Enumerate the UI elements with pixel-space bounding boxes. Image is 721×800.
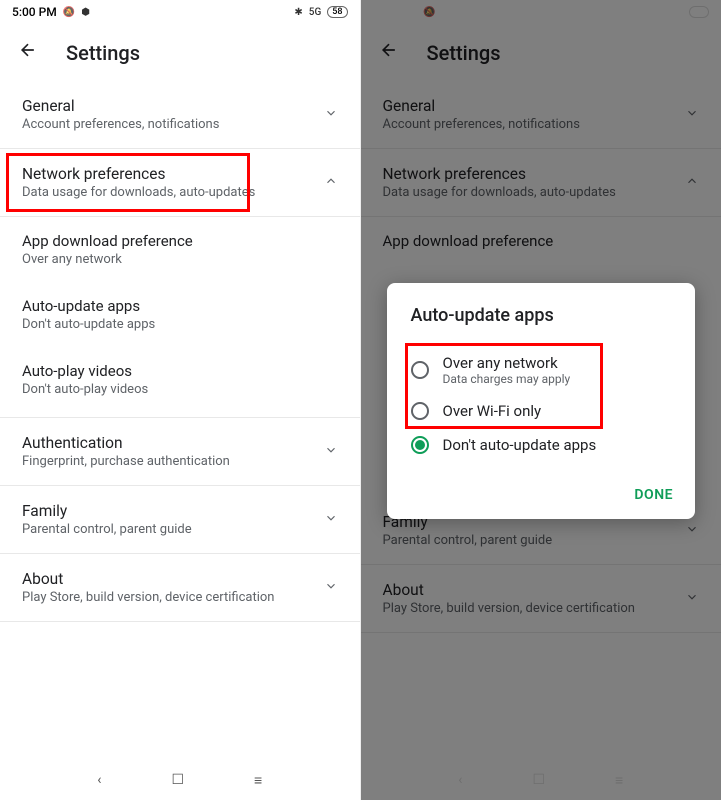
section-title: General bbox=[383, 97, 676, 115]
chevron-up-icon bbox=[675, 174, 699, 192]
chevron-down-icon bbox=[675, 522, 699, 540]
sync-icon: ⬢ bbox=[442, 7, 451, 18]
section-general: General Account preferences, notificatio… bbox=[361, 81, 721, 149]
item-app-download-preference: App download preference bbox=[361, 217, 721, 267]
chevron-down-icon bbox=[675, 590, 699, 608]
section-about: About Play Store, build version, device … bbox=[361, 565, 721, 633]
section-title: About bbox=[383, 581, 676, 599]
chevron-up-icon bbox=[314, 174, 338, 192]
chevron-down-icon bbox=[314, 511, 338, 529]
section-subtitle: Data usage for downloads, auto-updates bbox=[22, 185, 314, 200]
chevron-down-icon bbox=[314, 106, 338, 124]
section-title: General bbox=[22, 97, 314, 115]
radio-over-wifi-only[interactable]: Over Wi-Fi only bbox=[411, 394, 688, 428]
done-button[interactable]: DONE bbox=[634, 487, 673, 503]
radio-icon bbox=[411, 402, 429, 420]
sync-icon: ⬢ bbox=[81, 7, 90, 18]
nav-home-icon[interactable]: ☐ bbox=[171, 772, 184, 788]
dialog-title: Auto-update apps bbox=[411, 305, 688, 326]
radio-label: Over any network bbox=[443, 354, 571, 372]
radio-sublabel: Data charges may apply bbox=[443, 372, 571, 386]
navigation-bar: ‹ ☐ ≡ bbox=[361, 760, 721, 800]
item-title: Auto-play videos bbox=[22, 362, 338, 380]
item-title: Auto-update apps bbox=[22, 297, 338, 315]
item-app-download-preference[interactable]: App download preference Over any network bbox=[0, 217, 360, 282]
radio-icon bbox=[411, 361, 429, 379]
bluetooth-icon: ✱ bbox=[656, 7, 664, 18]
nav-back-icon[interactable]: ‹ bbox=[458, 772, 462, 788]
nav-back-icon[interactable]: ‹ bbox=[97, 772, 101, 788]
section-subtitle: Account preferences, notifications bbox=[383, 117, 676, 132]
section-title: Authentication bbox=[22, 434, 314, 452]
auto-update-dialog: Auto-update apps Over any network Data c… bbox=[387, 283, 696, 519]
status-bar: 5:01 PM 🔕 ⬢ ✱ 5G 58 bbox=[361, 0, 721, 24]
section-family[interactable]: Family Parental control, parent guide bbox=[0, 486, 360, 554]
signal-5g-icon: 5G bbox=[309, 7, 322, 18]
section-title: About bbox=[22, 570, 314, 588]
chevron-down-icon bbox=[314, 579, 338, 597]
item-auto-update-apps[interactable]: Auto-update apps Don't auto-update apps bbox=[0, 282, 360, 347]
page-title: Settings bbox=[66, 41, 140, 65]
section-title: Network preferences bbox=[383, 165, 676, 183]
dnd-icon: 🔕 bbox=[423, 7, 435, 18]
dnd-icon: 🔕 bbox=[63, 7, 75, 18]
item-title: App download preference bbox=[383, 232, 700, 250]
item-auto-play-videos[interactable]: Auto-play videos Don't auto-play videos bbox=[0, 347, 360, 418]
item-subtitle: Don't auto-update apps bbox=[22, 317, 338, 332]
section-network-preferences[interactable]: Network preferences Data usage for downl… bbox=[0, 149, 360, 217]
signal-5g-icon: 5G bbox=[670, 7, 683, 18]
radio-icon-selected bbox=[411, 436, 429, 454]
nav-recent-icon[interactable]: ≡ bbox=[254, 772, 262, 789]
radio-dont-auto-update[interactable]: Don't auto-update apps bbox=[411, 428, 688, 462]
status-bar: 5:00 PM 🔕 ⬢ ✱ 5G 58 bbox=[0, 0, 360, 24]
chevron-down-icon bbox=[675, 106, 699, 124]
section-authentication[interactable]: Authentication Fingerprint, purchase aut… bbox=[0, 418, 360, 486]
section-general[interactable]: General Account preferences, notificatio… bbox=[0, 81, 360, 149]
section-network-preferences: Network preferences Data usage for downl… bbox=[361, 149, 721, 217]
section-subtitle: Account preferences, notifications bbox=[22, 117, 314, 132]
back-arrow-icon[interactable] bbox=[379, 40, 399, 65]
radio-over-any-network[interactable]: Over any network Data charges may apply bbox=[411, 346, 688, 394]
left-phone-screenshot: 5:00 PM 🔕 ⬢ ✱ 5G 58 Settings General Acc… bbox=[0, 0, 361, 800]
battery-icon: 58 bbox=[327, 6, 347, 18]
radio-label: Don't auto-update apps bbox=[443, 436, 597, 454]
section-about[interactable]: About Play Store, build version, device … bbox=[0, 554, 360, 622]
section-subtitle: Parental control, parent guide bbox=[383, 533, 676, 548]
page-title: Settings bbox=[427, 41, 501, 65]
settings-list: General Account preferences, notificatio… bbox=[0, 81, 360, 760]
nav-recent-icon[interactable]: ≡ bbox=[615, 772, 623, 789]
app-header: Settings bbox=[361, 24, 721, 81]
navigation-bar: ‹ ☐ ≡ bbox=[0, 760, 360, 800]
chevron-down-icon bbox=[314, 443, 338, 461]
back-arrow-icon[interactable] bbox=[18, 40, 38, 65]
section-title: Family bbox=[22, 502, 314, 520]
right-phone-screenshot: 5:01 PM 🔕 ⬢ ✱ 5G 58 Settings General Acc… bbox=[361, 0, 721, 800]
status-time: 5:01 PM bbox=[373, 5, 418, 19]
app-header: Settings bbox=[0, 24, 360, 81]
section-subtitle: Play Store, build version, device certif… bbox=[22, 590, 314, 605]
section-subtitle: Data usage for downloads, auto-updates bbox=[383, 185, 676, 200]
section-subtitle: Play Store, build version, device certif… bbox=[383, 601, 676, 616]
nav-home-icon[interactable]: ☐ bbox=[532, 772, 545, 788]
section-title: Network preferences bbox=[22, 165, 314, 183]
radio-label: Over Wi-Fi only bbox=[443, 402, 542, 420]
section-subtitle: Parental control, parent guide bbox=[22, 522, 314, 537]
item-subtitle: Don't auto-play videos bbox=[22, 382, 338, 397]
item-subtitle: Over any network bbox=[22, 252, 338, 267]
section-subtitle: Fingerprint, purchase authentication bbox=[22, 454, 314, 469]
item-title: App download preference bbox=[22, 232, 338, 250]
bluetooth-icon: ✱ bbox=[294, 7, 302, 18]
battery-icon: 58 bbox=[689, 6, 709, 18]
status-time: 5:00 PM bbox=[12, 5, 57, 19]
